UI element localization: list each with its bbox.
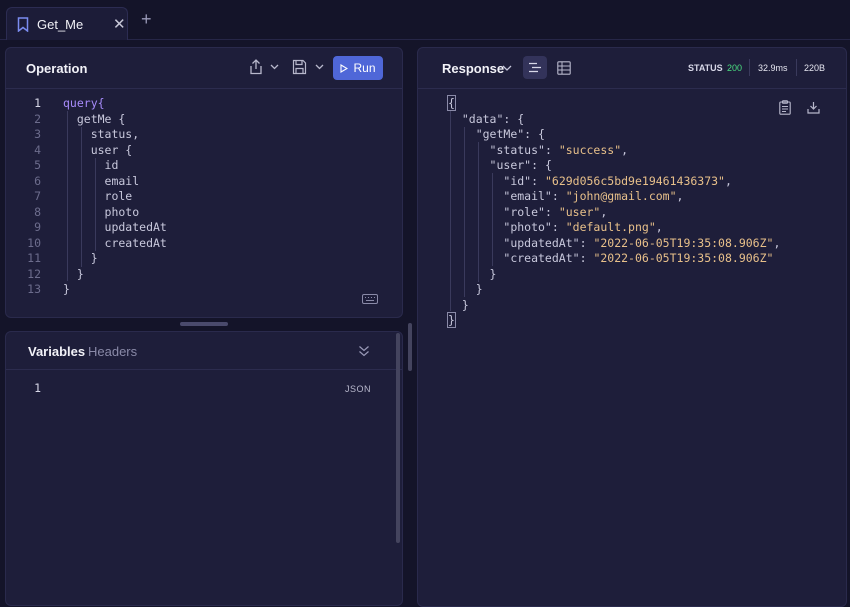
chevron-down-icon[interactable] — [315, 64, 324, 70]
code-line: getMe { — [63, 111, 126, 126]
response-time: 32.9ms — [758, 63, 788, 73]
pane-divider[interactable] — [408, 323, 412, 371]
align-left-icon — [529, 62, 541, 73]
line-number: 13 — [27, 282, 41, 296]
response-title: Response — [442, 61, 505, 76]
line-number: 11 — [27, 251, 41, 265]
operation-editor[interactable]: 1 query{ 2 getMe { 3 status, 4 user { 5 i… — [6, 96, 402, 298]
line-number: 7 — [34, 189, 41, 203]
code-line: } — [63, 266, 84, 281]
bookmark-icon — [17, 17, 29, 32]
play-icon — [340, 63, 349, 73]
code-line: status, — [63, 127, 140, 141]
save-icon[interactable] — [292, 59, 307, 75]
response-header: Response STATUS 200 32.9ms 220B — [418, 48, 846, 89]
status-code: 200 — [727, 63, 743, 73]
keyboard-icon[interactable] — [362, 294, 378, 304]
tab-get-me[interactable]: Get_Me ✕ — [6, 7, 128, 40]
response-body: { "data": { "getMe": { "status": "succes… — [447, 95, 848, 329]
response-line: "updatedAt": "2022-06-05T19:35:08.906Z", — [503, 235, 781, 250]
response-line: } — [448, 266, 497, 281]
operation-title: Operation — [26, 61, 88, 76]
response-size: 220B — [804, 63, 826, 73]
text-view-button[interactable] — [523, 56, 547, 79]
line-number: 1 — [34, 381, 41, 395]
close-icon[interactable]: ✕ — [113, 15, 126, 33]
new-tab-button[interactable]: + — [141, 9, 152, 30]
line-number: 5 — [34, 158, 41, 172]
resize-handle[interactable] — [180, 322, 228, 326]
response-line: } — [448, 297, 469, 312]
table-icon[interactable] — [557, 61, 571, 75]
code-line: user { — [63, 142, 133, 157]
response-line: "data": { — [461, 111, 525, 126]
run-label: Run — [353, 61, 376, 75]
tab-title: Get_Me — [37, 17, 84, 32]
json-format-label: JSON — [345, 384, 372, 394]
code-line: query{ — [63, 96, 105, 110]
response-line: "email": "john@gmail.com", — [503, 189, 684, 203]
variables-header: Variables Headers — [6, 332, 402, 370]
code-line: email — [63, 173, 140, 188]
response-panel: Response STATUS 200 32.9ms 220B { "data"… — [417, 47, 847, 607]
scrollbar[interactable] — [396, 333, 400, 543]
line-number: 4 — [34, 142, 41, 157]
run-button[interactable]: Run — [333, 56, 383, 80]
line-number: 3 — [34, 127, 41, 141]
response-line: "role": "user", — [503, 204, 608, 219]
line-number: 1 — [34, 96, 41, 110]
line-number: 12 — [27, 266, 41, 281]
line-number: 9 — [34, 220, 41, 234]
code-line: updatedAt — [63, 220, 167, 234]
line-number: 10 — [27, 235, 41, 250]
line-number: 8 — [34, 204, 41, 219]
variables-editor[interactable] — [46, 376, 336, 596]
operation-panel: Operation Run 1 query{ 2 getMe { 3 status… — [5, 47, 403, 318]
tab-bar: Get_Me ✕ + — [0, 0, 850, 40]
response-line: } — [448, 282, 483, 296]
code-line: role — [63, 189, 133, 203]
response-line: "getMe": { — [475, 127, 545, 141]
response-line: "status": "success", — [489, 142, 629, 157]
status-label: STATUS — [688, 63, 723, 73]
code-line: photo — [63, 204, 140, 219]
chevron-down-icon[interactable] — [502, 65, 512, 71]
response-line: "id": "629d056c5bd9e19461436373", — [503, 173, 732, 188]
response-line: "user": { — [489, 158, 552, 172]
response-line: } — [447, 312, 456, 328]
response-line: "photo": "default.png", — [503, 220, 663, 234]
code-line: } — [63, 282, 70, 296]
line-number: 6 — [34, 173, 41, 188]
share-icon[interactable] — [249, 59, 263, 75]
operation-header: Operation Run — [6, 48, 402, 89]
variables-panel: Variables Headers 1 JSON — [5, 331, 403, 606]
tab-headers[interactable]: Headers — [88, 344, 137, 359]
code-line: createdAt — [63, 235, 167, 250]
response-line: { — [447, 95, 456, 111]
code-line: } — [63, 251, 98, 265]
response-line: "createdAt": "2022-06-05T19:35:08.906Z" — [503, 251, 774, 265]
tab-variables[interactable]: Variables — [28, 344, 85, 359]
chevron-down-icon[interactable] — [270, 64, 279, 70]
chevrons-down-icon[interactable] — [358, 345, 370, 357]
code-line: id — [63, 158, 119, 172]
line-number: 2 — [34, 111, 41, 126]
